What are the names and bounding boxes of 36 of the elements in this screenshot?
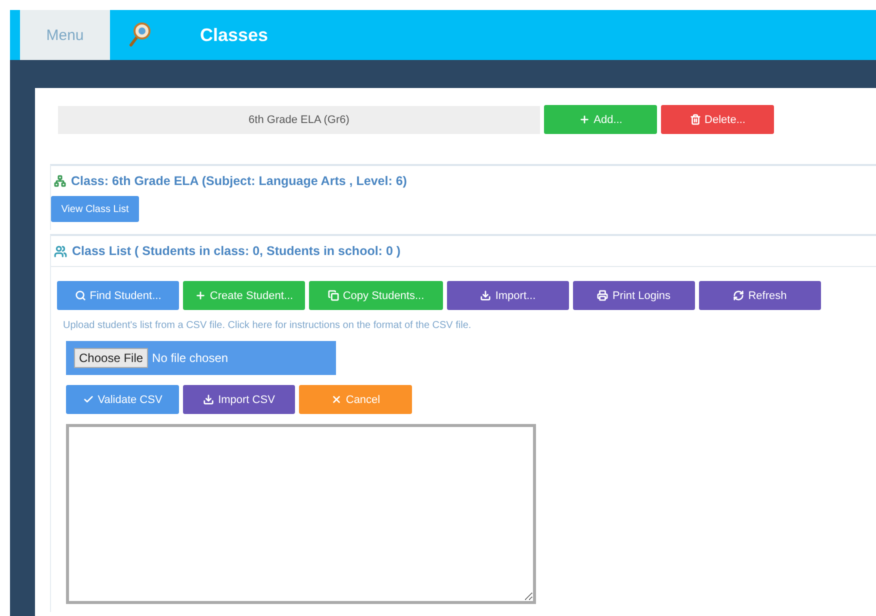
csv-text-area[interactable] [66, 424, 536, 604]
download-icon [203, 394, 214, 405]
plus-icon [194, 290, 206, 301]
users-icon [54, 244, 67, 258]
magnifier-logo-icon [128, 22, 152, 48]
refresh-icon [733, 290, 744, 301]
check-icon [82, 394, 94, 405]
file-input[interactable]: Choose File No file chosen [66, 341, 336, 375]
page-title: Classes [200, 24, 268, 46]
csv-action-button[interactable]: Import CSV [183, 385, 295, 414]
toolbar-button[interactable]: Refresh [699, 281, 821, 310]
help-text: Upload student's list from a CSV file. Click here for instructions on the format of the CSV file. [63, 320, 472, 331]
file-status: No file chosen [152, 351, 228, 365]
add-button[interactable]: Add... [544, 105, 657, 134]
class-select[interactable]: 6th Grade ELA (Gr6) [58, 106, 540, 134]
toolbar-button[interactable]: Find Student... [57, 281, 179, 310]
csv-action-button[interactable]: Validate CSV [66, 385, 179, 414]
choose-file-button[interactable]: Choose File [74, 348, 148, 368]
toolbar-button[interactable]: Print Logins [573, 281, 695, 310]
class-title: Class: 6th Grade ELA (Subject: Language Arts , Level: 6) [71, 174, 407, 188]
toolbar-button[interactable]: Import... [447, 281, 569, 310]
download-icon [480, 290, 492, 301]
printer-icon [597, 290, 608, 301]
search-icon [74, 290, 86, 301]
toolbar-button[interactable]: Create Student... [183, 281, 305, 310]
delete-button[interactable]: Delete... [661, 105, 774, 134]
view-class-list-button[interactable]: View Class List [51, 196, 139, 222]
close-icon [330, 394, 342, 405]
csv-action-button[interactable]: Cancel [299, 385, 412, 414]
class-list-title: Class List ( Students in class: 0, Students in school: 0 ) [72, 244, 401, 258]
hierarchy-icon [54, 175, 66, 187]
plus-icon [578, 114, 590, 125]
trash-icon [690, 114, 701, 125]
toolbar-button[interactable]: Copy Students... [309, 281, 443, 310]
menu-tab[interactable]: Menu [20, 10, 110, 60]
copy-icon [328, 290, 339, 301]
